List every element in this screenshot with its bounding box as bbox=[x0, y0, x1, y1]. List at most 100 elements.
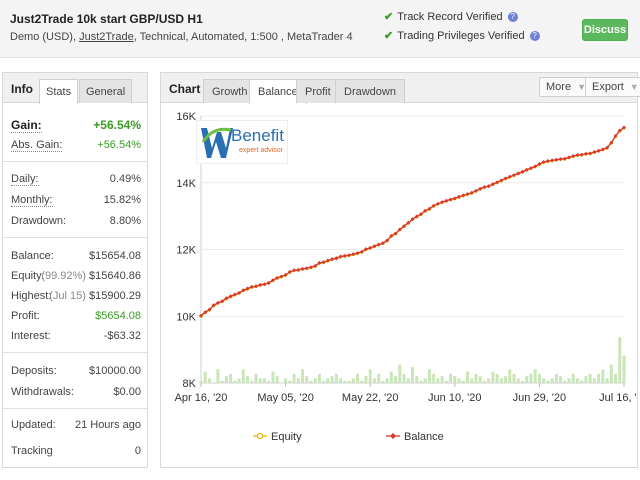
volume-bar bbox=[313, 378, 317, 383]
volume-bar bbox=[271, 371, 275, 383]
volume-bar bbox=[415, 376, 419, 383]
balance-point bbox=[308, 265, 313, 270]
tab-general[interactable]: General bbox=[79, 79, 133, 103]
stat-label: Deposits: bbox=[11, 365, 57, 377]
stat-label: Abs. Gain: bbox=[11, 139, 63, 152]
trading-privileges-label: Trading Privileges Verified bbox=[397, 30, 525, 42]
volume-bar bbox=[605, 378, 609, 383]
export-dropdown[interactable]: Export ▼ bbox=[585, 77, 640, 97]
divider bbox=[3, 161, 147, 162]
stat-label: Gain: bbox=[11, 118, 42, 133]
track-record-verified: ✔ Track Record Verified? bbox=[384, 10, 518, 23]
tab-profit[interactable]: Profit bbox=[296, 79, 340, 103]
volume-bar bbox=[339, 378, 343, 383]
volume-bar bbox=[525, 376, 529, 383]
stat-value: 0.49% bbox=[109, 173, 141, 185]
volume-bar bbox=[385, 378, 389, 383]
volume-bar bbox=[575, 378, 579, 383]
volume-bar bbox=[559, 376, 563, 383]
account-subtitle: Demo (USD), Just2Trade, Technical, Autom… bbox=[10, 31, 353, 43]
volume-bar bbox=[487, 378, 491, 383]
volume-bar bbox=[330, 376, 334, 383]
chart-tabs: Chart Growth Balance Profit Drawdown Mor… bbox=[161, 73, 640, 104]
x-tick-label: Jun 29, '20 bbox=[513, 392, 566, 404]
stat-label: Equity: bbox=[11, 270, 45, 282]
balance-point bbox=[550, 158, 555, 163]
volume-bar bbox=[237, 378, 241, 383]
volume-bar bbox=[449, 373, 453, 383]
volume-bar bbox=[334, 373, 338, 383]
account-header: Just2Trade 10k start GBP/USD H1 Demo (US… bbox=[0, 0, 640, 58]
balance-point bbox=[253, 284, 258, 289]
help-icon[interactable]: ? bbox=[529, 31, 540, 41]
volume-bar bbox=[284, 378, 288, 383]
balance-point bbox=[486, 184, 491, 189]
broker-link[interactable]: Just2Trade bbox=[79, 31, 134, 43]
volume-bar bbox=[432, 373, 436, 383]
tab-drawdown[interactable]: Drawdown bbox=[335, 79, 405, 103]
account-details: , Technical, Automated, 1:500 , MetaTrad… bbox=[133, 31, 353, 43]
volume-bar bbox=[546, 380, 550, 383]
tab-stats[interactable]: Stats bbox=[39, 79, 79, 104]
balance-point bbox=[304, 266, 309, 271]
check-icon: ✔ bbox=[384, 30, 394, 42]
volume-bar bbox=[233, 380, 237, 383]
balance-point bbox=[342, 253, 347, 258]
legend-label: Equity bbox=[271, 431, 302, 443]
balance-point bbox=[262, 282, 267, 287]
volume-bar bbox=[267, 380, 271, 383]
volume-bar bbox=[474, 373, 478, 383]
x-tick-label: Jul 16, '20 bbox=[599, 392, 637, 404]
check-icon: ✔ bbox=[384, 11, 394, 23]
balance-point bbox=[579, 152, 584, 157]
stat-label: Withdrawals: bbox=[11, 386, 74, 398]
legend-marker bbox=[256, 432, 264, 440]
volume-bar bbox=[554, 373, 558, 383]
volume-bar bbox=[482, 380, 486, 383]
stat-value: $15640.86 bbox=[89, 270, 141, 282]
stat-value: $15654.08 bbox=[89, 250, 141, 262]
volume-bar bbox=[224, 376, 228, 383]
volume-bar bbox=[440, 376, 444, 383]
volume-bar bbox=[389, 371, 393, 383]
volume-bar bbox=[618, 337, 622, 383]
volume-bar bbox=[571, 373, 575, 383]
stat-label: Balance: bbox=[11, 250, 54, 262]
info-tabs: Info Stats General bbox=[3, 73, 147, 104]
discuss-button[interactable]: Discuss bbox=[582, 19, 628, 41]
volume-bar bbox=[516, 378, 520, 383]
volume-bar bbox=[567, 378, 571, 383]
volume-bar bbox=[508, 369, 512, 383]
balance-point bbox=[347, 253, 352, 258]
divider bbox=[3, 408, 147, 409]
volume-bar bbox=[584, 376, 588, 383]
volume-bar bbox=[288, 380, 292, 383]
chart-panel: Chart Growth Balance Profit Drawdown Mor… bbox=[160, 72, 640, 468]
balance-point bbox=[321, 260, 326, 265]
stat-value: $0.00 bbox=[113, 386, 141, 398]
help-icon[interactable]: ? bbox=[507, 12, 518, 22]
x-tick-label: Apr 16, '20 bbox=[175, 392, 228, 404]
volume-bar bbox=[436, 378, 440, 383]
volume-bar bbox=[550, 378, 554, 383]
volume-bar bbox=[254, 373, 258, 383]
stat-note: (Jul 15) bbox=[49, 290, 86, 302]
volume-bar bbox=[351, 378, 355, 383]
volume-bar bbox=[457, 378, 461, 383]
volume-bar bbox=[275, 376, 279, 383]
info-title: Info bbox=[11, 82, 33, 96]
stat-value: 0 bbox=[134, 445, 141, 457]
stat-value: $15900.29 bbox=[89, 290, 141, 302]
y-tick-label: 8K bbox=[183, 378, 197, 390]
volume-bar bbox=[491, 371, 495, 383]
volume-bar bbox=[529, 373, 533, 383]
y-tick-label: 16K bbox=[176, 111, 196, 123]
volume-bar bbox=[262, 378, 266, 383]
volume-bar bbox=[601, 369, 605, 383]
chart-title: Chart bbox=[169, 82, 201, 96]
balance-point bbox=[452, 196, 457, 201]
chevron-down-icon: ▼ bbox=[629, 82, 639, 92]
stat-value: -$63.32 bbox=[103, 330, 141, 342]
volume-bar bbox=[343, 380, 347, 383]
volume-bar bbox=[504, 376, 508, 383]
